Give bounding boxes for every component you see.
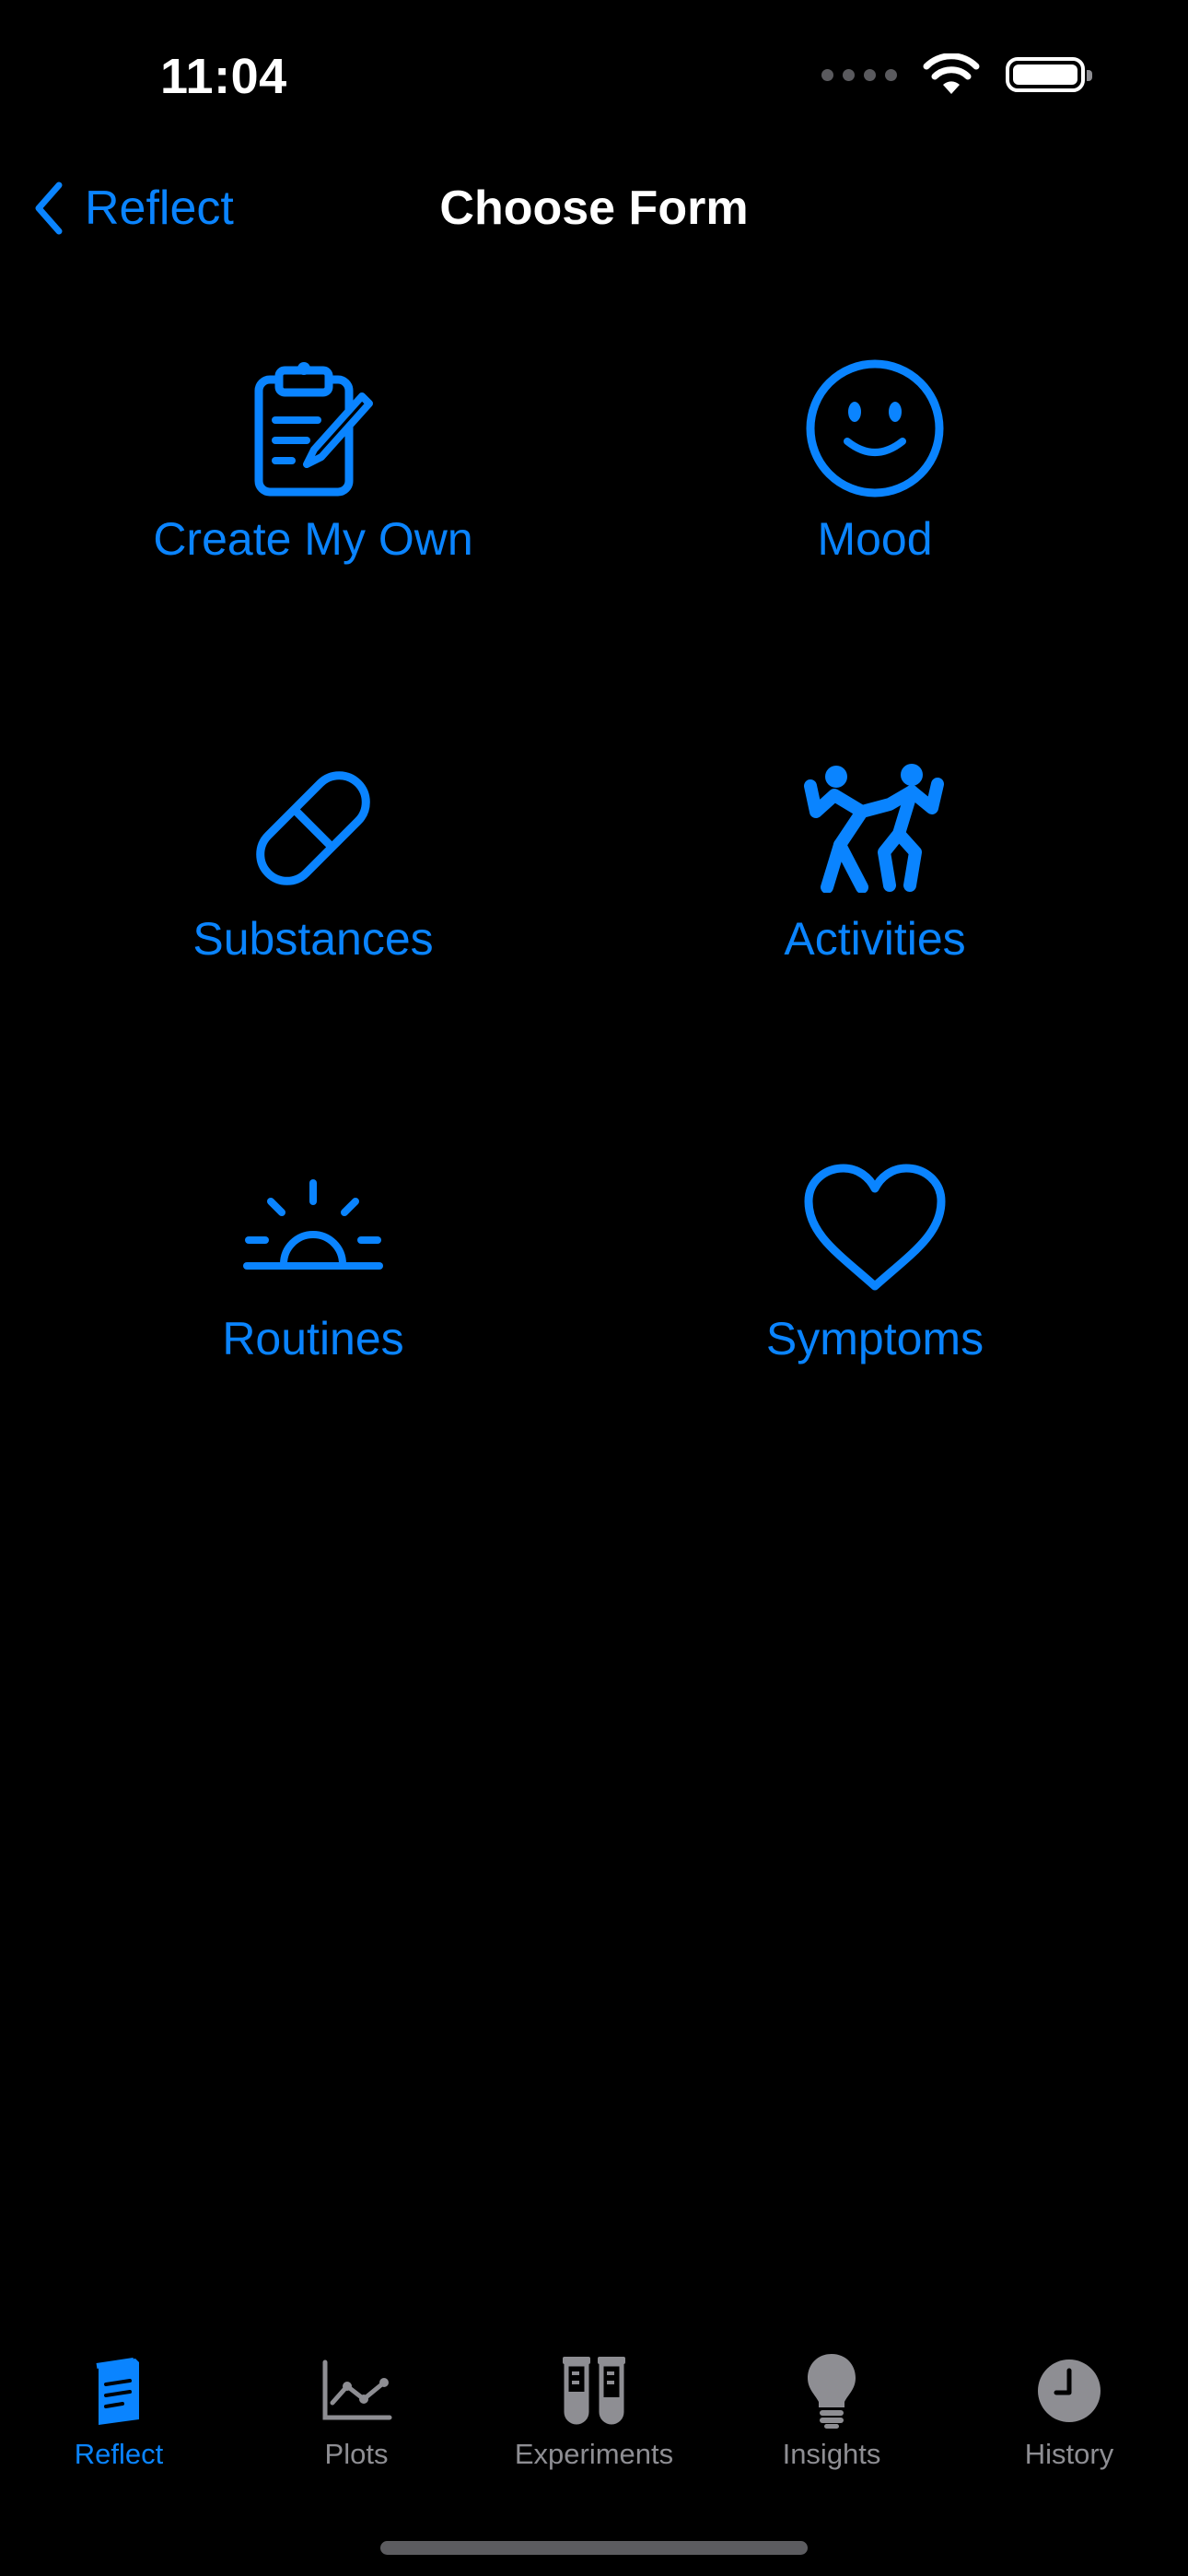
- form-label: Symptoms: [765, 1313, 984, 1364]
- form-activities[interactable]: Activities: [599, 750, 1151, 966]
- heart-icon: [797, 1150, 953, 1306]
- form-label: Mood: [817, 513, 933, 565]
- form-symptoms[interactable]: Symptoms: [599, 1150, 1151, 1365]
- form-routines[interactable]: Routines: [37, 1150, 589, 1365]
- status-time: 11:04: [160, 49, 287, 104]
- tab-label: Reflect: [74, 2438, 164, 2470]
- wifi-icon: [923, 53, 980, 94]
- tab-label: History: [1024, 2438, 1114, 2470]
- dancing-figures-icon: [797, 750, 953, 907]
- smiley-face-icon: [797, 350, 953, 507]
- battery-icon: [1006, 57, 1092, 92]
- pill-icon: [235, 750, 391, 907]
- form-label: Substances: [192, 913, 434, 965]
- home-indicator[interactable]: [380, 2541, 808, 2555]
- form-substances[interactable]: Substances: [37, 750, 589, 966]
- tab-experiments[interactable]: Experiments: [475, 2349, 713, 2471]
- form-label: Activities: [784, 913, 966, 965]
- tab-history[interactable]: History: [950, 2349, 1188, 2471]
- tab-label: Insights: [782, 2438, 881, 2470]
- form-create-my-own[interactable]: Create My Own: [37, 350, 589, 566]
- form-label: Routines: [222, 1313, 404, 1364]
- clock-icon: [1028, 2349, 1111, 2432]
- form-mood[interactable]: Mood: [599, 350, 1151, 566]
- line-chart-icon: [315, 2349, 398, 2432]
- test-tubes-icon: [553, 2349, 635, 2432]
- cellular-signal-icon: [821, 68, 897, 81]
- clipboard-pencil-icon: [235, 350, 391, 507]
- tab-bar: Reflect Plots Experiments Insights Histo…: [0, 2349, 1188, 2478]
- back-button-label: Reflect: [85, 181, 234, 235]
- status-icons: [821, 53, 1092, 96]
- back-button[interactable]: Reflect: [33, 181, 234, 236]
- form-label: Create My Own: [153, 513, 473, 565]
- tab-reflect[interactable]: Reflect: [0, 2349, 238, 2471]
- chevron-left-icon: [35, 181, 63, 235]
- tab-insights[interactable]: Insights: [713, 2349, 950, 2471]
- lightbulb-icon: [790, 2349, 873, 2432]
- tab-label: Experiments: [514, 2438, 674, 2470]
- sunrise-icon: [235, 1150, 391, 1306]
- note-icon: [77, 2349, 160, 2432]
- tab-plots[interactable]: Plots: [238, 2349, 475, 2471]
- tab-label: Plots: [324, 2438, 389, 2470]
